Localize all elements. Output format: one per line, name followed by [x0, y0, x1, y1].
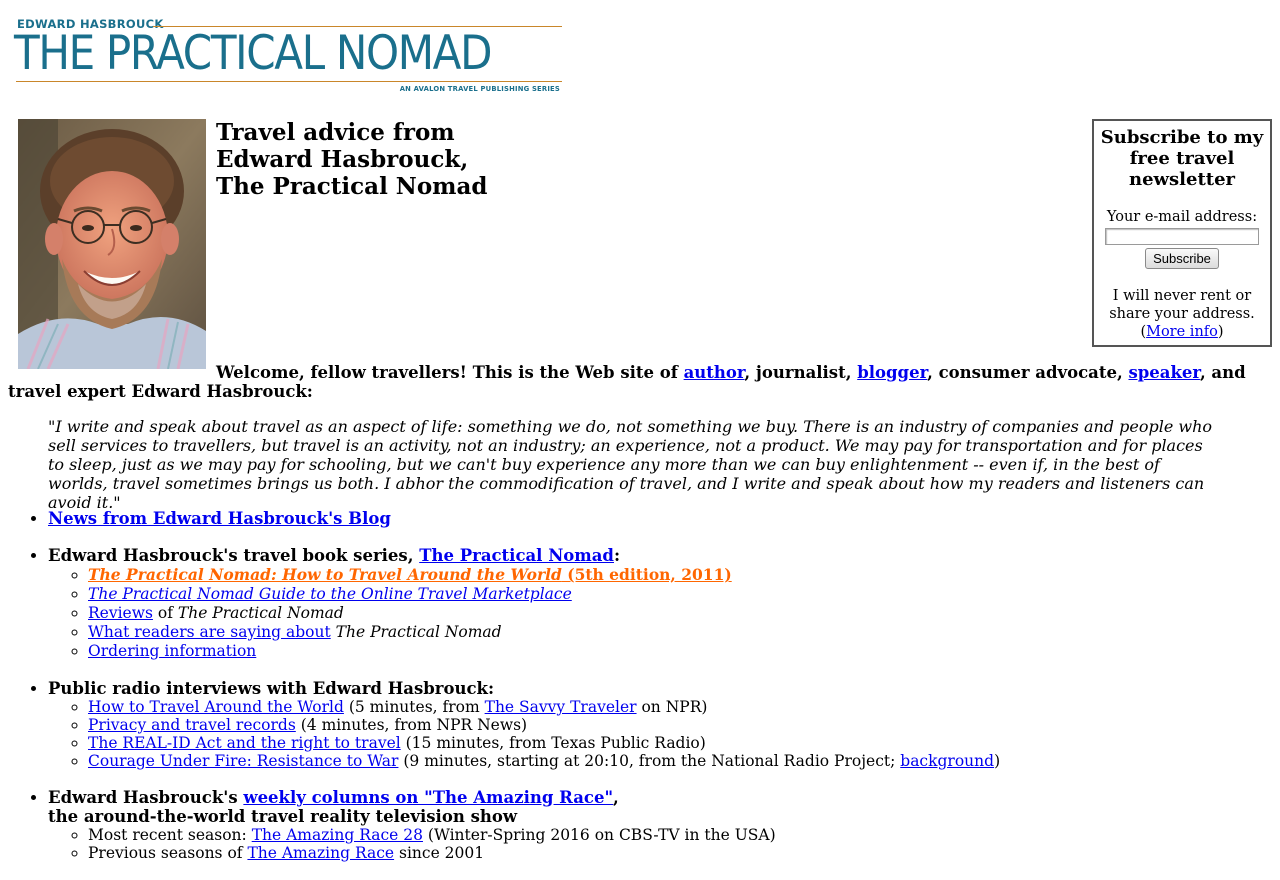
featured-book-edition: (5th edition, 2011) [561, 565, 732, 584]
amazing-race-columns-link[interactable]: weekly columns on "The Amazing Race" [243, 788, 613, 807]
page-heading: Travel advice from Edward Hasbrouck, The… [216, 119, 488, 200]
reviews-link[interactable]: Reviews [88, 604, 153, 622]
list-item-amazing-race: Edward Hasbrouck's weekly columns on "Th… [48, 788, 1248, 862]
radio-link-real-id[interactable]: The REAL-ID Act and the right to travel [88, 734, 401, 752]
list-item: How to Travel Around the World (5 minute… [88, 698, 1248, 716]
privacy-text: I will never rent or share your address. [1109, 288, 1255, 322]
radio-sublist: How to Travel Around the World (5 minute… [48, 698, 1248, 770]
previous-seasons-prefix: Previous seasons of [88, 844, 248, 862]
book-series-colon: : [613, 546, 621, 565]
featured-book-link[interactable]: The Practical Nomad: How to Travel Aroun… [88, 565, 732, 584]
radio-note: (5 minutes, from [343, 698, 485, 716]
author-quote: "I write and speak about travel as an as… [48, 417, 1213, 512]
featured-book-title: The Practical Nomad: How to Travel Aroun… [88, 565, 562, 584]
site-logo[interactable]: EDWARD HASBROUCK THE PRACTICAL NOMAD AN … [14, 16, 562, 98]
logo-rule-bottom [16, 81, 562, 82]
list-item: The Practical Nomad: How to Travel Aroun… [88, 565, 1248, 585]
radio-link-courage[interactable]: Courage Under Fire: Resistance to War [88, 752, 398, 770]
amazing-race-sublist: Most recent season: The Amazing Race 28 … [48, 826, 1248, 862]
welcome-journalist: , journalist, [744, 363, 858, 382]
amazing-race-lead: Edward Hasbrouck's [48, 788, 244, 807]
list-item: What readers are saying about The Practi… [88, 623, 1248, 642]
main-link-list: News from Edward Hasbrouck's Blog Edward… [48, 509, 1248, 862]
list-item-blog: News from Edward Hasbrouck's Blog [48, 509, 1248, 528]
more-info-link[interactable]: More info [1146, 324, 1218, 340]
welcome-advocate: , consumer advocate, [927, 363, 1129, 382]
list-item: Most recent season: The Amazing Race 28 … [88, 826, 1248, 844]
ordering-link[interactable]: Ordering information [88, 642, 256, 660]
list-item: Courage Under Fire: Resistance to War (9… [88, 752, 1248, 770]
radio-heading: Public radio interviews with Edward Hasb… [48, 679, 495, 698]
list-item-radio: Public radio interviews with Edward Hasb… [48, 679, 1248, 770]
heading-line-3: The Practical Nomad [216, 173, 488, 200]
book-series-sublist: The Practical Nomad: How to Travel Aroun… [48, 565, 1248, 661]
savvy-traveler-link[interactable]: The Savvy Traveler [485, 698, 637, 716]
radio-note: (9 minutes, starting at 20:10, from the … [398, 752, 901, 770]
radio-note: (4 minutes, from NPR News) [295, 716, 528, 734]
email-field-label: Your e-mail address: [1106, 209, 1258, 225]
email-field[interactable] [1105, 228, 1259, 245]
amazing-race-comma: , [613, 788, 619, 807]
background-link[interactable]: background [900, 752, 994, 770]
logo-title: THE PRACTICAL NOMAD [14, 26, 493, 81]
radio-link-around-world[interactable]: How to Travel Around the World [88, 698, 344, 716]
amazing-race-description: the around-the-world travel reality tele… [48, 807, 518, 826]
list-item: Reviews of The Practical Nomad [88, 604, 1248, 623]
readers-link[interactable]: What readers are saying about [88, 623, 331, 641]
blogger-link[interactable]: blogger [857, 363, 927, 382]
heading-line-1: Travel advice from [216, 119, 455, 146]
logo-series-label: AN AVALON TRAVEL PUBLISHING SERIES [399, 85, 560, 93]
newsletter-title: Subscribe to my free travel newsletter [1100, 127, 1264, 190]
blog-news-link[interactable]: News from Edward Hasbrouck's Blog [48, 509, 391, 528]
list-item: The REAL-ID Act and the right to travel … [88, 734, 1248, 752]
book-name: The Practical Nomad [177, 604, 344, 622]
newsletter-signup-box: Subscribe to my free travel newsletter Y… [1092, 119, 1272, 347]
list-item: Privacy and travel records (4 minutes, f… [88, 716, 1248, 734]
welcome-lead: Welcome, fellow travellers! This is the … [216, 363, 684, 382]
author-link[interactable]: author [684, 363, 745, 382]
list-item: The Practical Nomad Guide to the Online … [88, 585, 1248, 604]
amazing-race-28-link[interactable]: The Amazing Race 28 [252, 826, 423, 844]
amazing-race-link[interactable]: The Amazing Race [247, 844, 394, 862]
radio-note: (15 minutes, from Texas Public Radio) [400, 734, 706, 752]
radio-link-privacy[interactable]: Privacy and travel records [88, 716, 296, 734]
list-item-book-series: Edward Hasbrouck's travel book series, T… [48, 546, 1248, 661]
heading-line-2: Edward Hasbrouck, [216, 146, 469, 173]
book-name: The Practical Nomad [335, 623, 502, 641]
subscribe-button[interactable]: Subscribe [1145, 248, 1219, 269]
book-series-link[interactable]: The Practical Nomad [419, 546, 614, 565]
speaker-link[interactable]: speaker [1128, 363, 1199, 382]
recent-season-prefix: Most recent season: [88, 826, 252, 844]
book-series-lead: Edward Hasbrouck's travel book series, [48, 546, 420, 565]
radio-note-close: ) [994, 752, 1001, 770]
privacy-note: I will never rent or share your address.… [1109, 288, 1255, 340]
author-portrait-photo [18, 119, 206, 369]
online-guide-link[interactable]: The Practical Nomad Guide to the Online … [88, 585, 572, 603]
of-text: of [152, 604, 178, 622]
list-item: Ordering information [88, 642, 1248, 661]
recent-season-note: (Winter-Spring 2016 on CBS-TV in the USA… [422, 826, 776, 844]
welcome-paragraph: Welcome, fellow travellers! This is the … [8, 363, 1263, 401]
previous-seasons-suffix: since 2001 [394, 844, 485, 862]
list-item: Previous seasons of The Amazing Race sin… [88, 844, 1248, 862]
radio-note: on NPR) [636, 698, 708, 716]
